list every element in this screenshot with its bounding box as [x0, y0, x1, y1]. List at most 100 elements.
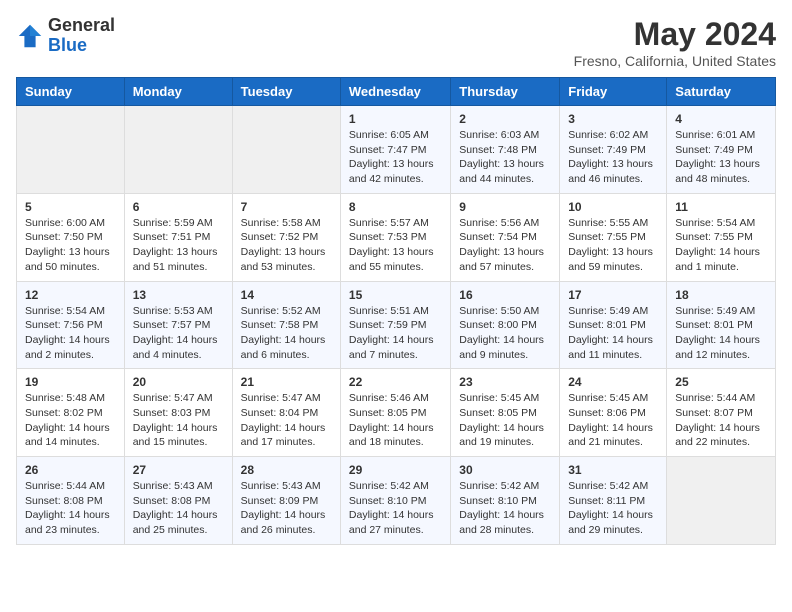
calendar-cell: 6 Sunrise: 5:59 AM Sunset: 7:51 PM Daylig…	[124, 193, 232, 281]
calendar-cell: 16 Sunrise: 5:50 AM Sunset: 8:00 PM Dayli…	[451, 281, 560, 369]
calendar-week-2: 5 Sunrise: 6:00 AM Sunset: 7:50 PM Daylig…	[17, 193, 776, 281]
calendar-cell: 28Sunrise: 5:43 AM Sunset: 8:09 PM Dayli…	[232, 457, 340, 545]
day-info: Sunrise: 5:53 AM Sunset: 7:57 PM Dayligh…	[133, 304, 224, 363]
page-header: General Blue May 2024 Fresno, California…	[16, 16, 776, 69]
day-number: 11	[675, 200, 767, 214]
day-number: 31	[568, 463, 658, 477]
day-info: Sunrise: 5:51 AM Sunset: 7:59 PM Dayligh…	[349, 304, 442, 363]
day-info: Sunrise: 5:50 AM Sunset: 8:00 PM Dayligh…	[459, 304, 551, 363]
title-block: May 2024 Fresno, California, United Stat…	[574, 16, 776, 69]
day-number: 13	[133, 288, 224, 302]
day-number: 5	[25, 200, 116, 214]
calendar-cell: 14 Sunrise: 5:52 AM Sunset: 7:58 PM Dayli…	[232, 281, 340, 369]
calendar-cell: 25Sunrise: 5:44 AM Sunset: 8:07 PM Dayli…	[667, 369, 776, 457]
day-number: 16	[459, 288, 551, 302]
day-info: Sunrise: 5:52 AM Sunset: 7:58 PM Dayligh…	[241, 304, 332, 363]
weekday-header-thursday: Thursday	[451, 78, 560, 106]
calendar-cell: 11 Sunrise: 5:54 AM Sunset: 7:55 PM Dayli…	[667, 193, 776, 281]
weekday-header-sunday: Sunday	[17, 78, 125, 106]
day-number: 8	[349, 200, 442, 214]
day-number: 10	[568, 200, 658, 214]
day-number: 18	[675, 288, 767, 302]
calendar-week-4: 19 Sunrise: 5:48 AM Sunset: 8:02 PM Dayli…	[17, 369, 776, 457]
calendar-week-5: 26 Sunrise: 5:44 AM Sunset: 8:08 PM Dayli…	[17, 457, 776, 545]
calendar-cell: 4 Sunrise: 6:01 AM Sunset: 7:49 PM Daylig…	[667, 106, 776, 194]
day-number: 27	[133, 463, 224, 477]
day-info: Sunrise: 5:42 AM Sunset: 8:11 PM Dayligh…	[568, 479, 658, 538]
calendar-cell: 26 Sunrise: 5:44 AM Sunset: 8:08 PM Dayli…	[17, 457, 125, 545]
day-number: 4	[675, 112, 767, 126]
day-info: Sunrise: 5:49 AM Sunset: 8:01 PM Dayligh…	[568, 304, 658, 363]
calendar-cell: 3Sunrise: 6:02 AM Sunset: 7:49 PM Daylig…	[560, 106, 667, 194]
day-number: 20	[133, 375, 224, 389]
day-number: 17	[568, 288, 658, 302]
day-number: 9	[459, 200, 551, 214]
calendar-table: SundayMondayTuesdayWednesdayThursdayFrid…	[16, 77, 776, 545]
day-number: 29	[349, 463, 442, 477]
day-info: Sunrise: 5:44 AM Sunset: 8:08 PM Dayligh…	[25, 479, 116, 538]
calendar-cell: 12Sunrise: 5:54 AM Sunset: 7:56 PM Dayli…	[17, 281, 125, 369]
day-number: 3	[568, 112, 658, 126]
calendar-cell	[232, 106, 340, 194]
day-info: Sunrise: 6:05 AM Sunset: 7:47 PM Dayligh…	[349, 128, 442, 187]
day-number: 25	[675, 375, 767, 389]
weekday-header-wednesday: Wednesday	[340, 78, 450, 106]
day-info: Sunrise: 6:01 AM Sunset: 7:49 PM Dayligh…	[675, 128, 767, 187]
day-info: Sunrise: 5:42 AM Sunset: 8:10 PM Dayligh…	[349, 479, 442, 538]
day-info: Sunrise: 5:57 AM Sunset: 7:53 PM Dayligh…	[349, 216, 442, 275]
day-info: Sunrise: 5:55 AM Sunset: 7:55 PM Dayligh…	[568, 216, 658, 275]
calendar-cell: 20 Sunrise: 5:47 AM Sunset: 8:03 PM Dayli…	[124, 369, 232, 457]
logo-icon	[16, 22, 44, 50]
calendar-week-1: 1 Sunrise: 6:05 AM Sunset: 7:47 PM Daylig…	[17, 106, 776, 194]
title-month: May 2024	[574, 16, 776, 53]
logo-blue: Blue	[48, 35, 87, 55]
day-info: Sunrise: 5:43 AM Sunset: 8:09 PM Dayligh…	[241, 479, 332, 538]
calendar-cell	[667, 457, 776, 545]
calendar-cell: 31 Sunrise: 5:42 AM Sunset: 8:11 PM Dayli…	[560, 457, 667, 545]
day-info: Sunrise: 5:59 AM Sunset: 7:51 PM Dayligh…	[133, 216, 224, 275]
day-number: 30	[459, 463, 551, 477]
calendar-cell: 10 Sunrise: 5:55 AM Sunset: 7:55 PM Dayli…	[560, 193, 667, 281]
calendar-cell: 22 Sunrise: 5:46 AM Sunset: 8:05 PM Dayli…	[340, 369, 450, 457]
calendar-cell: 17 Sunrise: 5:49 AM Sunset: 8:01 PM Dayli…	[560, 281, 667, 369]
logo: General Blue	[16, 16, 115, 56]
calendar-cell: 15Sunrise: 5:51 AM Sunset: 7:59 PM Dayli…	[340, 281, 450, 369]
day-info: Sunrise: 6:03 AM Sunset: 7:48 PM Dayligh…	[459, 128, 551, 187]
calendar-cell: 2Sunrise: 6:03 AM Sunset: 7:48 PM Daylig…	[451, 106, 560, 194]
logo-general: General	[48, 15, 115, 35]
day-number: 1	[349, 112, 442, 126]
day-info: Sunrise: 5:47 AM Sunset: 8:03 PM Dayligh…	[133, 391, 224, 450]
calendar-cell: 9 Sunrise: 5:56 AM Sunset: 7:54 PM Daylig…	[451, 193, 560, 281]
calendar-cell: 27 Sunrise: 5:43 AM Sunset: 8:08 PM Dayli…	[124, 457, 232, 545]
day-info: Sunrise: 5:45 AM Sunset: 8:05 PM Dayligh…	[459, 391, 551, 450]
calendar-cell	[124, 106, 232, 194]
day-number: 26	[25, 463, 116, 477]
calendar-cell: 8 Sunrise: 5:57 AM Sunset: 7:53 PM Daylig…	[340, 193, 450, 281]
calendar-cell: 7Sunrise: 5:58 AM Sunset: 7:52 PM Daylig…	[232, 193, 340, 281]
weekday-header-tuesday: Tuesday	[232, 78, 340, 106]
calendar-cell: 18 Sunrise: 5:49 AM Sunset: 8:01 PM Dayli…	[667, 281, 776, 369]
calendar-header-row: SundayMondayTuesdayWednesdayThursdayFrid…	[17, 78, 776, 106]
weekday-header-monday: Monday	[124, 78, 232, 106]
calendar-cell: 23Sunrise: 5:45 AM Sunset: 8:05 PM Dayli…	[451, 369, 560, 457]
calendar-cell: 21Sunrise: 5:47 AM Sunset: 8:04 PM Dayli…	[232, 369, 340, 457]
day-number: 14	[241, 288, 332, 302]
day-info: Sunrise: 5:54 AM Sunset: 7:55 PM Dayligh…	[675, 216, 767, 275]
day-info: Sunrise: 5:46 AM Sunset: 8:05 PM Dayligh…	[349, 391, 442, 450]
day-info: Sunrise: 5:43 AM Sunset: 8:08 PM Dayligh…	[133, 479, 224, 538]
weekday-header-saturday: Saturday	[667, 78, 776, 106]
day-info: Sunrise: 5:49 AM Sunset: 8:01 PM Dayligh…	[675, 304, 767, 363]
calendar-cell: 30Sunrise: 5:42 AM Sunset: 8:10 PM Dayli…	[451, 457, 560, 545]
calendar-cell: 29 Sunrise: 5:42 AM Sunset: 8:10 PM Dayli…	[340, 457, 450, 545]
day-number: 22	[349, 375, 442, 389]
day-info: Sunrise: 5:54 AM Sunset: 7:56 PM Dayligh…	[25, 304, 116, 363]
calendar-cell: 5 Sunrise: 6:00 AM Sunset: 7:50 PM Daylig…	[17, 193, 125, 281]
day-info: Sunrise: 6:00 AM Sunset: 7:50 PM Dayligh…	[25, 216, 116, 275]
day-info: Sunrise: 5:56 AM Sunset: 7:54 PM Dayligh…	[459, 216, 551, 275]
day-info: Sunrise: 5:48 AM Sunset: 8:02 PM Dayligh…	[25, 391, 116, 450]
calendar-cell	[17, 106, 125, 194]
calendar-cell: 19 Sunrise: 5:48 AM Sunset: 8:02 PM Dayli…	[17, 369, 125, 457]
day-number: 6	[133, 200, 224, 214]
calendar-cell: 24Sunrise: 5:45 AM Sunset: 8:06 PM Dayli…	[560, 369, 667, 457]
day-number: 19	[25, 375, 116, 389]
